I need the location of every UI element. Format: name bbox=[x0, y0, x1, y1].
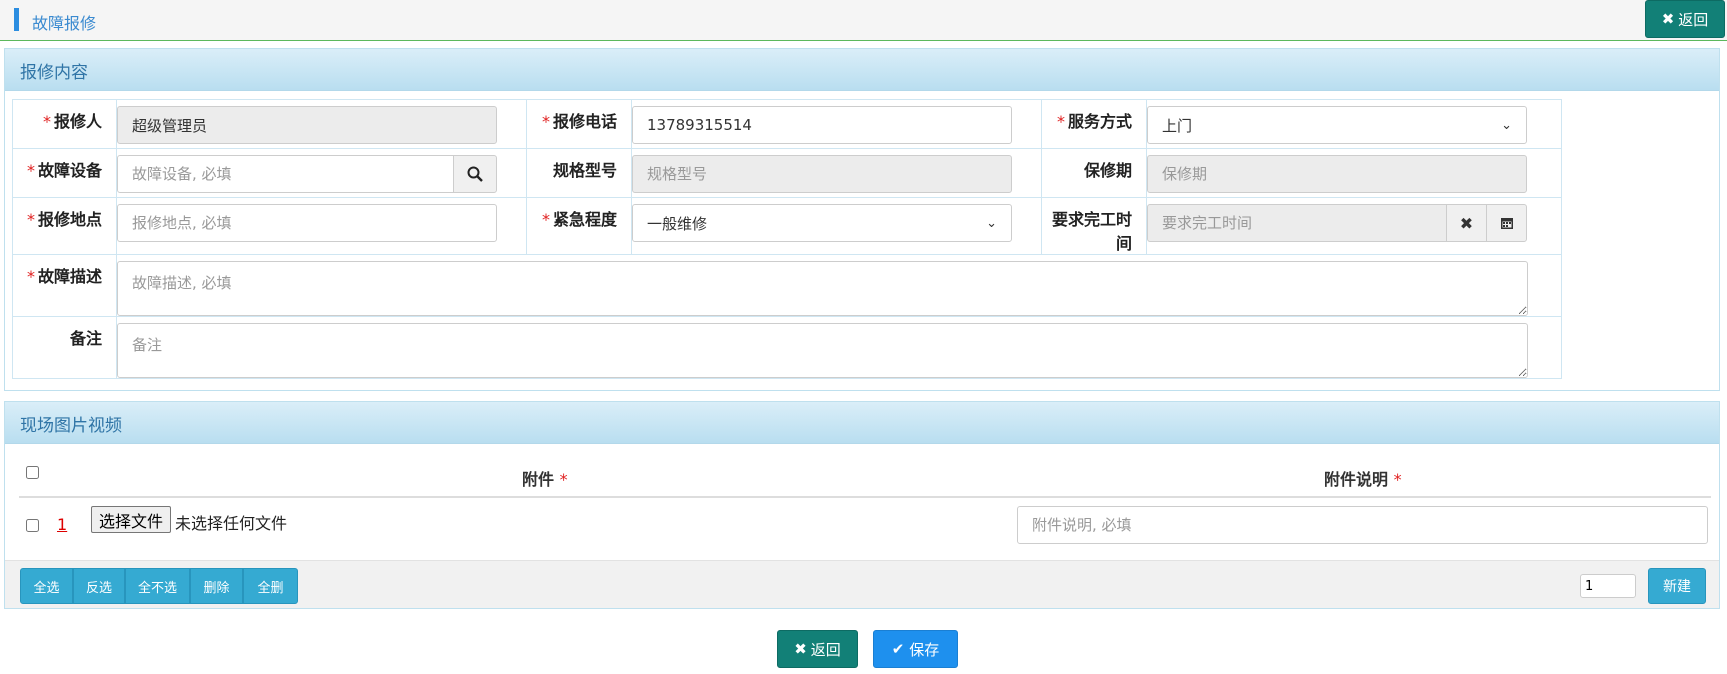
chevron-down-icon: ⌄ bbox=[1501, 117, 1512, 133]
attachments-toolbar: 全选 反选 全不选 删除 全删 新建 bbox=[5, 560, 1719, 608]
title-accent-bar bbox=[14, 8, 19, 31]
service-select[interactable]: 上门 ⌄ bbox=[1147, 106, 1527, 144]
spec-field bbox=[632, 155, 1012, 193]
repair-content-panel: 报修内容 *报修人 *报修电话 *服务方式 上门⌄ *故障设备 规格型号 bbox=[4, 48, 1720, 391]
location-field[interactable] bbox=[117, 204, 497, 242]
close-icon: ✖ bbox=[1459, 213, 1474, 233]
row-index-link[interactable]: 1 bbox=[57, 515, 67, 534]
attachments-table-header: 附件 * 附件说明 * bbox=[19, 450, 1711, 498]
attachment-column-header: 附件 * bbox=[522, 470, 568, 489]
top-back-button[interactable]: ✖ 返回 bbox=[1645, 0, 1725, 38]
spec-label: 规格型号 bbox=[526, 148, 632, 198]
location-label: * 报修地点 bbox=[12, 197, 117, 255]
warranty-label: 保修期 bbox=[1041, 148, 1147, 198]
save-button[interactable]: ✔ 保存 bbox=[873, 630, 958, 668]
select-all-button[interactable]: 全选 bbox=[20, 568, 73, 604]
select-all-checkbox[interactable] bbox=[26, 466, 39, 479]
add-row-button[interactable]: 新建 bbox=[1648, 568, 1706, 604]
attachment-desc-column-header: 附件说明 * bbox=[1324, 470, 1402, 489]
search-icon bbox=[467, 166, 483, 182]
deadline-clear-button[interactable]: ✖ bbox=[1446, 204, 1487, 242]
attachments-title: 现场图片视频 bbox=[5, 402, 1719, 444]
top-back-label: 返回 bbox=[1678, 10, 1709, 29]
top-bar: 故障报修 ✖ 返回 bbox=[0, 0, 1727, 41]
close-icon: ✖ bbox=[1661, 10, 1675, 28]
repair-form: *报修人 *报修电话 *服务方式 上门⌄ *故障设备 规格型号 保修期 *报修地… bbox=[12, 99, 1562, 379]
delete-button[interactable]: 删除 bbox=[190, 568, 243, 604]
save-label: 保存 bbox=[909, 640, 940, 659]
deadline-field[interactable] bbox=[1147, 204, 1447, 242]
attachments-panel: 现场图片视频 附件 * 附件说明 * 1 选择文件 未选择任何文件 全选 反选 … bbox=[4, 401, 1720, 609]
choose-file-button[interactable]: 选择文件 bbox=[91, 506, 172, 533]
bottom-back-button[interactable]: ✖ 返回 bbox=[777, 630, 858, 668]
service-label: * 服务方式 bbox=[1041, 99, 1147, 149]
add-count-input[interactable] bbox=[1580, 574, 1636, 598]
table-row: 1 选择文件 未选择任何文件 bbox=[19, 500, 1711, 558]
close-icon: ✖ bbox=[794, 640, 807, 658]
repair-content-title: 报修内容 bbox=[5, 49, 1719, 91]
file-status: 未选择任何文件 bbox=[175, 514, 288, 533]
attachment-desc-field[interactable] bbox=[1017, 506, 1708, 544]
bottom-back-label: 返回 bbox=[810, 640, 841, 659]
urgency-label: * 紧急程度 bbox=[526, 197, 632, 255]
reporter-label: * 报修人 bbox=[12, 99, 117, 149]
select-none-button[interactable]: 全不选 bbox=[125, 568, 190, 604]
deadline-label: 要求完工时间 bbox=[1041, 197, 1147, 255]
phone-field[interactable] bbox=[632, 106, 1012, 144]
remark-label: 备注 bbox=[12, 316, 117, 379]
description-label: * 故障描述 bbox=[12, 254, 117, 317]
warranty-field bbox=[1147, 155, 1527, 193]
device-label: * 故障设备 bbox=[12, 148, 117, 198]
phone-label: * 报修电话 bbox=[526, 99, 632, 149]
urgency-select[interactable]: 一般维修 ⌄ bbox=[632, 204, 1012, 242]
remark-field[interactable] bbox=[117, 323, 1528, 378]
invert-selection-button[interactable]: 反选 bbox=[73, 568, 125, 604]
description-field[interactable] bbox=[117, 261, 1528, 316]
row-checkbox[interactable] bbox=[26, 519, 39, 532]
device-field[interactable] bbox=[117, 155, 454, 193]
delete-all-button[interactable]: 全删 bbox=[243, 568, 298, 604]
calendar-icon bbox=[1500, 218, 1513, 229]
check-icon: ✔ bbox=[891, 640, 905, 658]
page-title: 故障报修 bbox=[32, 14, 97, 33]
deadline-calendar-button[interactable] bbox=[1486, 204, 1527, 242]
selection-button-group: 全选 反选 全不选 删除 全删 bbox=[20, 568, 298, 604]
device-search-button[interactable] bbox=[453, 155, 497, 193]
reporter-field bbox=[117, 106, 497, 144]
chevron-down-icon: ⌄ bbox=[986, 215, 997, 231]
